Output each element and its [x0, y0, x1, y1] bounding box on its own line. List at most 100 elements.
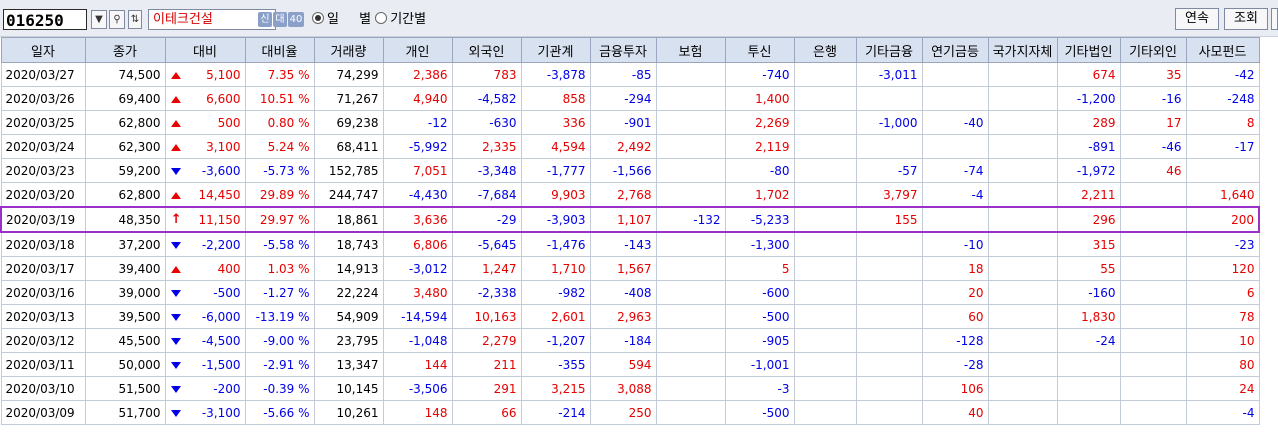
ocorp-cell: 2,211: [1056, 182, 1121, 208]
chg-cell: -3,100: [187, 400, 246, 425]
pens-cell: 20: [921, 280, 989, 305]
pens-cell: -40: [921, 110, 989, 135]
continuous-button[interactable]: 연속: [1175, 8, 1219, 30]
column-header[interactable]: 보험: [655, 37, 726, 63]
close-cell: 62,800: [84, 182, 166, 208]
table-row[interactable]: 2020/03/26 69,400 6,600 10.51 % 71,267 4,940-…: [0, 86, 1260, 111]
ins-cell: [655, 400, 726, 425]
ocorp-cell: [1056, 376, 1121, 401]
table-row[interactable]: 2020/03/10 51,500 -200 -0.39 % 10,145 -3,506 2…: [0, 376, 1260, 401]
column-header[interactable]: 기타외인: [1119, 37, 1187, 63]
change-direction-icon: [164, 352, 187, 377]
table-row[interactable]: 2020/03/18 37,200 -2,200 -5.58 % 18,743 6,806…: [0, 231, 1260, 257]
ofin-cell: [855, 134, 923, 159]
column-header[interactable]: 거래량: [313, 37, 384, 63]
ofrn-cell: 46: [1119, 158, 1187, 183]
pef-cell: 120: [1185, 256, 1260, 281]
search-query-button[interactable]: 조회: [1224, 8, 1268, 30]
bank-cell: [793, 328, 857, 353]
column-header[interactable]: 사모펀드: [1185, 37, 1260, 63]
inst-cell: -1,777: [520, 158, 591, 183]
table-row[interactable]: 2020/03/11 50,000 -1,500 -2.91 % 13,347 144 21…: [0, 352, 1260, 377]
table-row[interactable]: 2020/03/27 74,500 5,100 7.35 % 74,299 2,386 78…: [0, 62, 1260, 87]
ind-cell: -14,594: [382, 304, 453, 329]
column-header[interactable]: 대비율: [244, 37, 315, 63]
column-header[interactable]: 종가: [84, 37, 166, 63]
triangle-down-icon: [171, 337, 182, 345]
column-header[interactable]: 개인: [382, 37, 453, 63]
frn-cell: -5,645: [451, 231, 522, 257]
gov-cell: [987, 182, 1058, 208]
inst-cell: 3,215: [520, 376, 591, 401]
table-row[interactable]: 2020/03/17 39,400 400 1.03 % 14,913 -3,012 1,2…: [0, 256, 1260, 281]
date-cell: 2020/03/09: [0, 400, 86, 425]
period-radio-group: 일 별 기간별: [312, 11, 426, 29]
table-row[interactable]: 2020/03/23 59,200 -3,600 -5.73 % 152,785 7,05…: [0, 158, 1260, 183]
search-button[interactable]: ⚲: [109, 10, 125, 29]
pef-cell: 10: [1185, 328, 1260, 353]
rate-cell: 0.80 %: [244, 110, 315, 135]
ocorp-cell: -24: [1056, 328, 1121, 353]
table-row[interactable]: 2020/03/24 62,300 3,100 5.24 % 68,411 -5,992 2…: [0, 134, 1260, 159]
column-header[interactable]: 은행: [793, 37, 857, 63]
column-header[interactable]: 기타금융: [855, 37, 923, 63]
investor-trading-table: 일자 종가 대비 대비율 거래량 개인 외국인 기관계 금융투자 보험 투신 은행 기타금융 연기금등 국가…: [0, 37, 1260, 425]
table-row[interactable]: 2020/03/20 62,800 14,450 29.89 % 244,747 -4,4…: [0, 182, 1260, 208]
pef-cell: -17: [1185, 134, 1260, 159]
stock-code-input[interactable]: 016250: [3, 9, 87, 30]
ocorp-cell: -160: [1056, 280, 1121, 305]
table-row[interactable]: 2020/03/25 62,800 500 0.80 % 69,238 -12 -630 33…: [0, 110, 1260, 135]
ofin-cell: -3,011: [855, 62, 923, 87]
sort-button[interactable]: ⇅: [128, 10, 142, 29]
ind-cell: 2,386: [382, 62, 453, 87]
table-row[interactable]: 2020/03/19 48,350 ↑ 11,150 29.97 % 18,861 3,63…: [0, 206, 1260, 233]
inst-cell: 2,601: [520, 304, 591, 329]
gov-cell: [987, 134, 1058, 159]
stock-name-field[interactable]: 이테크건설: [148, 9, 276, 30]
column-header[interactable]: 기관계: [520, 37, 591, 63]
frn-cell: -4,582: [451, 86, 522, 111]
vol-cell: 10,261: [313, 400, 384, 425]
fin-cell: 1,567: [589, 256, 657, 281]
extra-button[interactable]: [1271, 8, 1278, 30]
frn-cell: -2,338: [451, 280, 522, 305]
gov-cell: [987, 206, 1058, 233]
radio-daily[interactable]: 일: [312, 12, 339, 27]
pef-cell: 78: [1185, 304, 1260, 329]
table-row[interactable]: 2020/03/09 51,700 -3,100 -5.66 % 10,261 148 66…: [0, 400, 1260, 425]
column-header[interactable]: 투신: [724, 37, 795, 63]
change-direction-icon: ↑: [164, 206, 187, 233]
change-direction-icon: [164, 256, 187, 281]
column-header[interactable]: 일자: [0, 37, 86, 63]
date-cell: 2020/03/18: [0, 231, 86, 257]
table-row[interactable]: 2020/03/13 39,500 -6,000 -13.19 % 54,909 -14,…: [0, 304, 1260, 329]
sort-icon: ⇅: [130, 14, 140, 25]
credit-badge: 신: [258, 12, 272, 27]
rate-cell: -13.19 %: [244, 304, 315, 329]
table-row[interactable]: 2020/03/12 45,500 -4,500 -9.00 % 23,795 -1,04…: [0, 328, 1260, 353]
column-header[interactable]: 연기금등: [921, 37, 989, 63]
ins-cell: [655, 134, 726, 159]
close-cell: 62,300: [84, 134, 166, 159]
column-header[interactable]: 기타법인: [1056, 37, 1121, 63]
column-header[interactable]: 금융투자: [589, 37, 657, 63]
triangle-up-icon: [171, 95, 182, 103]
column-header[interactable]: 국가지자체: [987, 37, 1058, 63]
code-dropdown-button[interactable]: ▼: [91, 10, 107, 29]
table-row[interactable]: 2020/03/16 39,000 -500 -1.27 % 22,224 3,480 -2…: [0, 280, 1260, 305]
table-body: 2020/03/27 74,500 5,100 7.35 % 74,299 2,386 78…: [0, 62, 1260, 425]
trust-cell: -500: [724, 400, 795, 425]
trust-cell: -500: [724, 304, 795, 329]
chg-cell: -4,500: [187, 328, 246, 353]
gov-cell: [987, 86, 1058, 111]
triangle-up-icon: [171, 71, 182, 79]
column-header[interactable]: 대비: [164, 37, 246, 63]
ocorp-cell: 315: [1056, 231, 1121, 257]
close-cell: 69,400: [84, 86, 166, 111]
fin-cell: -143: [589, 231, 657, 257]
pens-cell: 60: [921, 304, 989, 329]
close-cell: 37,200: [84, 231, 166, 257]
column-header[interactable]: 외국인: [451, 37, 522, 63]
radio-period[interactable]: 기간별: [375, 12, 426, 27]
fin-cell: 2,963: [589, 304, 657, 329]
